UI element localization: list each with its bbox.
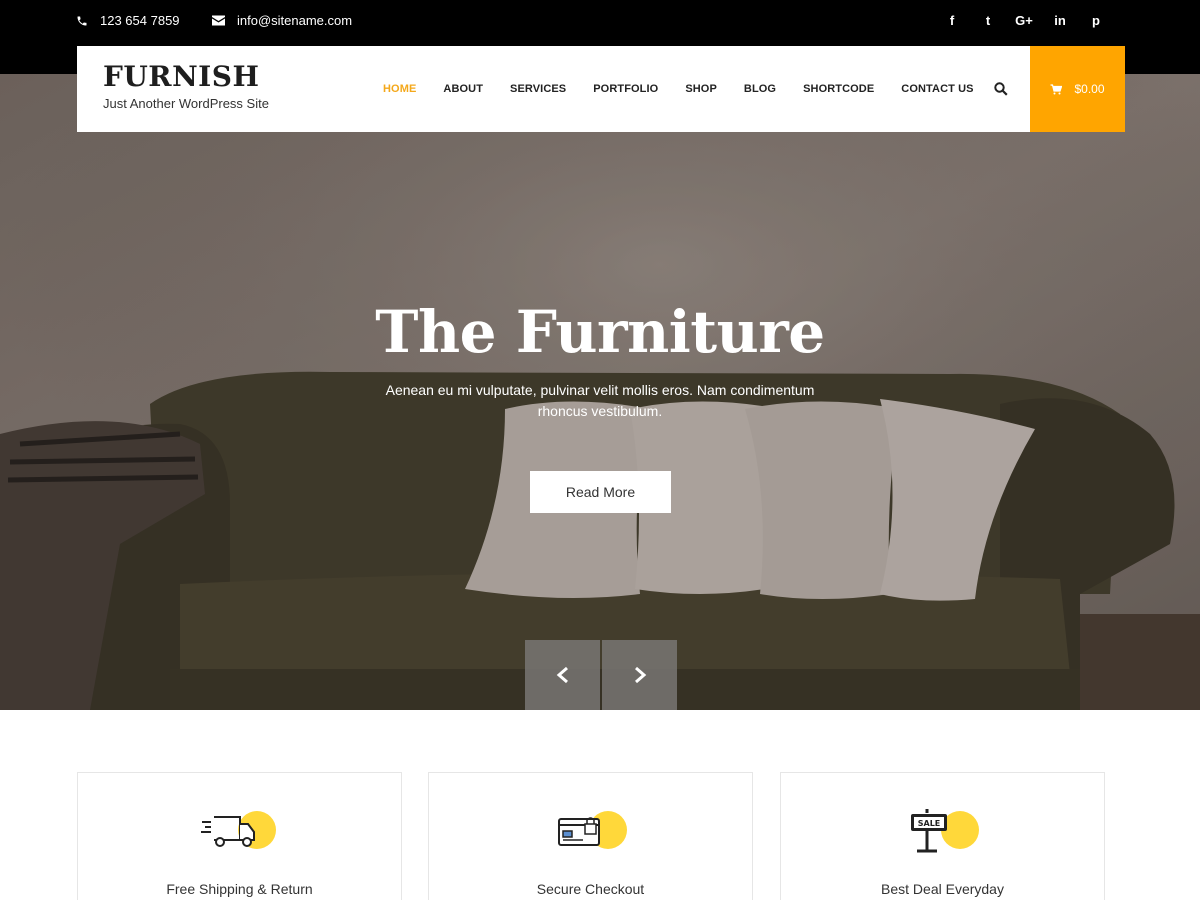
feature-title: Free Shipping & Return: [166, 881, 313, 897]
cart-total: $0.00: [1074, 82, 1105, 96]
linkedin-icon[interactable]: in: [1042, 12, 1078, 30]
feature-title: Secure Checkout: [536, 881, 645, 897]
email-address: info@sitename.com: [237, 13, 353, 28]
nav-item-services[interactable]: SERVICES: [510, 83, 566, 95]
nav-item-shortcode[interactable]: SHORTCODE: [803, 83, 874, 95]
cart-button[interactable]: $0.00: [1030, 46, 1125, 132]
hero-title: The Furniture: [375, 298, 825, 366]
feature-card-checkout: Secure Checkout: [428, 772, 753, 900]
email-contact[interactable]: info@sitename.com: [212, 13, 352, 28]
nav-item-contact-us[interactable]: CONTACT US: [901, 83, 973, 95]
slider-prev-button[interactable]: [525, 640, 600, 710]
nav-item-portfolio[interactable]: PORTFOLIO: [593, 83, 658, 95]
hero-description: Aenean eu mi vulputate, pulvinar velit m…: [385, 382, 815, 419]
chevron-right-icon: [634, 666, 646, 684]
facebook-icon[interactable]: f: [934, 12, 970, 30]
social-links: f t G+ in p: [934, 12, 1114, 30]
envelope-icon: [212, 15, 225, 26]
secure-card-icon: [558, 811, 627, 849]
twitter-icon[interactable]: t: [970, 12, 1006, 30]
nav-item-shop[interactable]: SHOP: [685, 83, 717, 95]
main-navigation: HOME ABOUT SERVICES PORTFOLIO SHOP BLOG …: [383, 46, 1001, 132]
hero-slider: The Furniture Aenean eu mi vulputate, pu…: [0, 74, 1200, 710]
slider-next-button[interactable]: [602, 640, 677, 710]
svg-text:SALE: SALE: [918, 819, 941, 828]
nav-item-blog[interactable]: BLOG: [744, 83, 776, 95]
read-more-button[interactable]: Read More: [530, 471, 671, 513]
phone-contact[interactable]: 123 654 7859: [76, 13, 180, 28]
nav-item-home[interactable]: HOME: [383, 83, 416, 95]
pinterest-icon[interactable]: p: [1078, 12, 1114, 30]
site-header: FURNISH Just Another WordPress Site HOME…: [77, 46, 1125, 132]
phone-number: 123 654 7859: [100, 13, 180, 28]
delivery-truck-icon: [201, 811, 276, 849]
site-title[interactable]: FURNISH: [103, 60, 259, 93]
chevron-left-icon: [556, 666, 568, 684]
feature-card-shipping: Free Shipping & Return: [77, 772, 402, 900]
site-tagline: Just Another WordPress Site: [103, 96, 269, 111]
google-plus-icon[interactable]: G+: [1006, 12, 1042, 30]
feature-card-deal: SALE Best Deal Everyday: [780, 772, 1105, 900]
cart-icon: [1050, 83, 1063, 94]
phone-icon: [77, 16, 87, 25]
nav-item-about[interactable]: ABOUT: [443, 83, 483, 95]
feature-title: Best Deal Everyday: [881, 881, 1004, 897]
search-icon[interactable]: [994, 82, 1008, 96]
sale-sign-icon: SALE: [911, 809, 979, 853]
